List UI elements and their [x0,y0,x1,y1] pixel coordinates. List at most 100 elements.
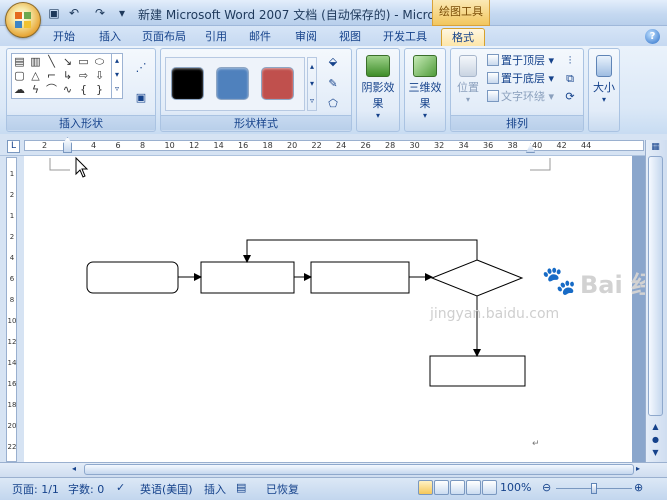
ruler-tick-label: 20 [287,141,298,150]
freeform-shape-icon[interactable]: ∿ [61,83,74,96]
zoom-in-icon[interactable]: ⊕ [634,481,643,494]
cloud-shape-icon[interactable]: ☁ [13,83,26,96]
undo-icon[interactable]: ↶ [66,5,82,21]
tab-developer[interactable]: 开发工具 [376,28,434,46]
rotate-icon[interactable]: ⟳ [561,90,579,103]
ruler-tick-label: 12 [7,338,17,346]
line-shape-icon[interactable]: ╲ [45,55,58,68]
tab-selector[interactable]: L [7,140,20,153]
change-shape-icon[interactable]: ⬠ [323,97,343,110]
vertical-scroll-thumb[interactable] [648,156,663,416]
customize-quick-access-icon[interactable]: ▾ [116,5,128,21]
text-wrapping-button[interactable]: 文字环绕 ▾ [487,89,554,105]
flowchart-start-terminator[interactable] [86,261,179,294]
tab-insert[interactable]: 插入 [92,28,128,46]
redo-icon[interactable]: ↷ [92,5,108,21]
oval-shape-icon[interactable]: ⬭ [93,55,106,68]
right-arrow-shape-icon[interactable]: ⇨ [77,69,90,82]
size-button[interactable]: 大小 ▾ [589,51,619,104]
size-icon [596,55,612,77]
full-screen-reading-view-icon[interactable] [434,480,449,495]
office-button[interactable] [5,2,41,38]
style-swatch-blue[interactable] [216,67,249,100]
recovered-status: 已恢复 [266,483,299,496]
scroll-left-icon[interactable]: ◂ [72,464,82,475]
style-gallery-scroll[interactable]: ▴ ▾ ▿ [307,57,317,111]
horizontal-scroll-thumb[interactable] [84,464,634,475]
text-wrapping-icon [487,90,499,102]
arrow-line-shape-icon[interactable]: ↘ [61,55,74,68]
page-count[interactable]: 页面: 1/1 [12,481,59,497]
down-arrow-shape-icon[interactable]: ⇩ [93,69,106,82]
print-layout-view-icon[interactable] [418,480,433,495]
triangle-shape-icon[interactable]: △ [29,69,42,82]
web-layout-view-icon[interactable] [450,480,465,495]
zoom-out-icon[interactable]: ⊖ [542,481,551,494]
ruler-tick-label: 38 [507,141,518,150]
gallery-scroll[interactable]: ▴ ▾ ▿ [111,54,122,98]
ruler-tick-label: 10 [164,141,175,150]
position-icon [459,55,477,77]
right-brace-shape-icon[interactable]: } [93,83,106,96]
vertical-textbox-shape-icon[interactable]: ▥ [29,55,42,68]
ruler-tick-label: 44 [581,141,592,150]
language-indicator[interactable]: 英语(美国) [140,481,193,497]
tab-mailings[interactable]: 邮件 [244,28,276,46]
edit-shape-icon[interactable]: ⋰ [131,61,151,74]
word-count[interactable]: 字数: 0 [68,481,104,497]
tab-review[interactable]: 审阅 [288,28,324,46]
insert-mode-indicator[interactable]: 插入 [204,481,226,497]
tab-references[interactable]: 引用 [200,28,232,46]
shadow-effects-button[interactable]: 阴影效果 ▾ [357,51,399,120]
lightning-shape-icon[interactable]: ϟ [29,83,42,96]
save-icon[interactable]: ▣ [46,5,62,21]
group-icon[interactable]: ⧉ [561,72,579,85]
bring-to-front-button[interactable]: 置于顶层 ▾ [487,53,554,69]
tab-format[interactable]: 格式 [441,28,485,46]
tab-page-layout[interactable]: 页面布局 [138,28,190,46]
elbow-connector-shape-icon[interactable]: ⌐ [45,69,58,82]
elbow-arrow-shape-icon[interactable]: ↳ [61,69,74,82]
three-d-effects-button[interactable]: 三维效果 ▾ [405,51,445,120]
vertical-ruler[interactable] [6,157,17,462]
outline-view-icon[interactable] [466,480,481,495]
draft-view-icon[interactable] [482,480,497,495]
curve-shape-icon[interactable]: ⌒ [45,83,58,96]
baidu-paw-logo-icon: 🐾 [541,264,577,297]
position-button[interactable]: 位置 ▾ [451,51,485,104]
rectangle-shape-icon[interactable]: ▭ [77,55,90,68]
scroll-right-icon[interactable]: ▸ [636,464,646,475]
draw-textbox-icon[interactable]: ▣ [131,91,151,104]
macro-record-icon[interactable]: ▤ [236,481,246,494]
style-swatch-red[interactable] [261,67,294,100]
flowchart-decision-diamond[interactable] [430,259,524,297]
ruler-tick-label: 14 [213,141,224,150]
ruler-tick-label: 22 [311,141,322,150]
flowchart-process-box-2[interactable] [310,261,410,294]
ruler-tick-label: 32 [434,141,445,150]
shape-outline-icon[interactable]: ✎ [323,77,343,90]
style-swatch-black[interactable] [171,67,204,100]
paragraph-mark-icon: ↵ [532,439,540,449]
flowchart-end-box[interactable] [429,355,526,387]
ruler-tick-label: 40 [532,141,543,150]
ruler-tick-label: 30 [409,141,420,150]
zoom-slider-thumb[interactable] [591,483,597,494]
tab-home[interactable]: 开始 [46,28,82,46]
left-brace-shape-icon[interactable]: { [77,83,90,96]
ruler-toggle-icon[interactable]: ▦ [648,142,663,154]
ruler-tick-label: 34 [458,141,469,150]
align-icon[interactable]: ⫶ [561,54,579,67]
proofing-icon[interactable]: ✓ [116,481,125,494]
tab-view[interactable]: 视图 [334,28,366,46]
zoom-level[interactable]: 100% [500,481,531,494]
send-to-back-button[interactable]: 置于底层 ▾ [487,71,554,87]
help-icon[interactable]: ? [645,29,660,44]
ruler-tick-label: 6 [115,141,121,150]
browse-object-buttons[interactable]: ▲ ● ▼ [648,420,663,460]
textbox-shape-icon[interactable]: ▤ [13,55,26,68]
flowchart-process-box-1[interactable] [200,261,295,294]
feedback-loop-arrow[interactable] [243,239,478,263]
rounded-rectangle-shape-icon[interactable]: ▢ [13,69,26,82]
shape-fill-icon[interactable]: ⬙ [323,55,343,68]
